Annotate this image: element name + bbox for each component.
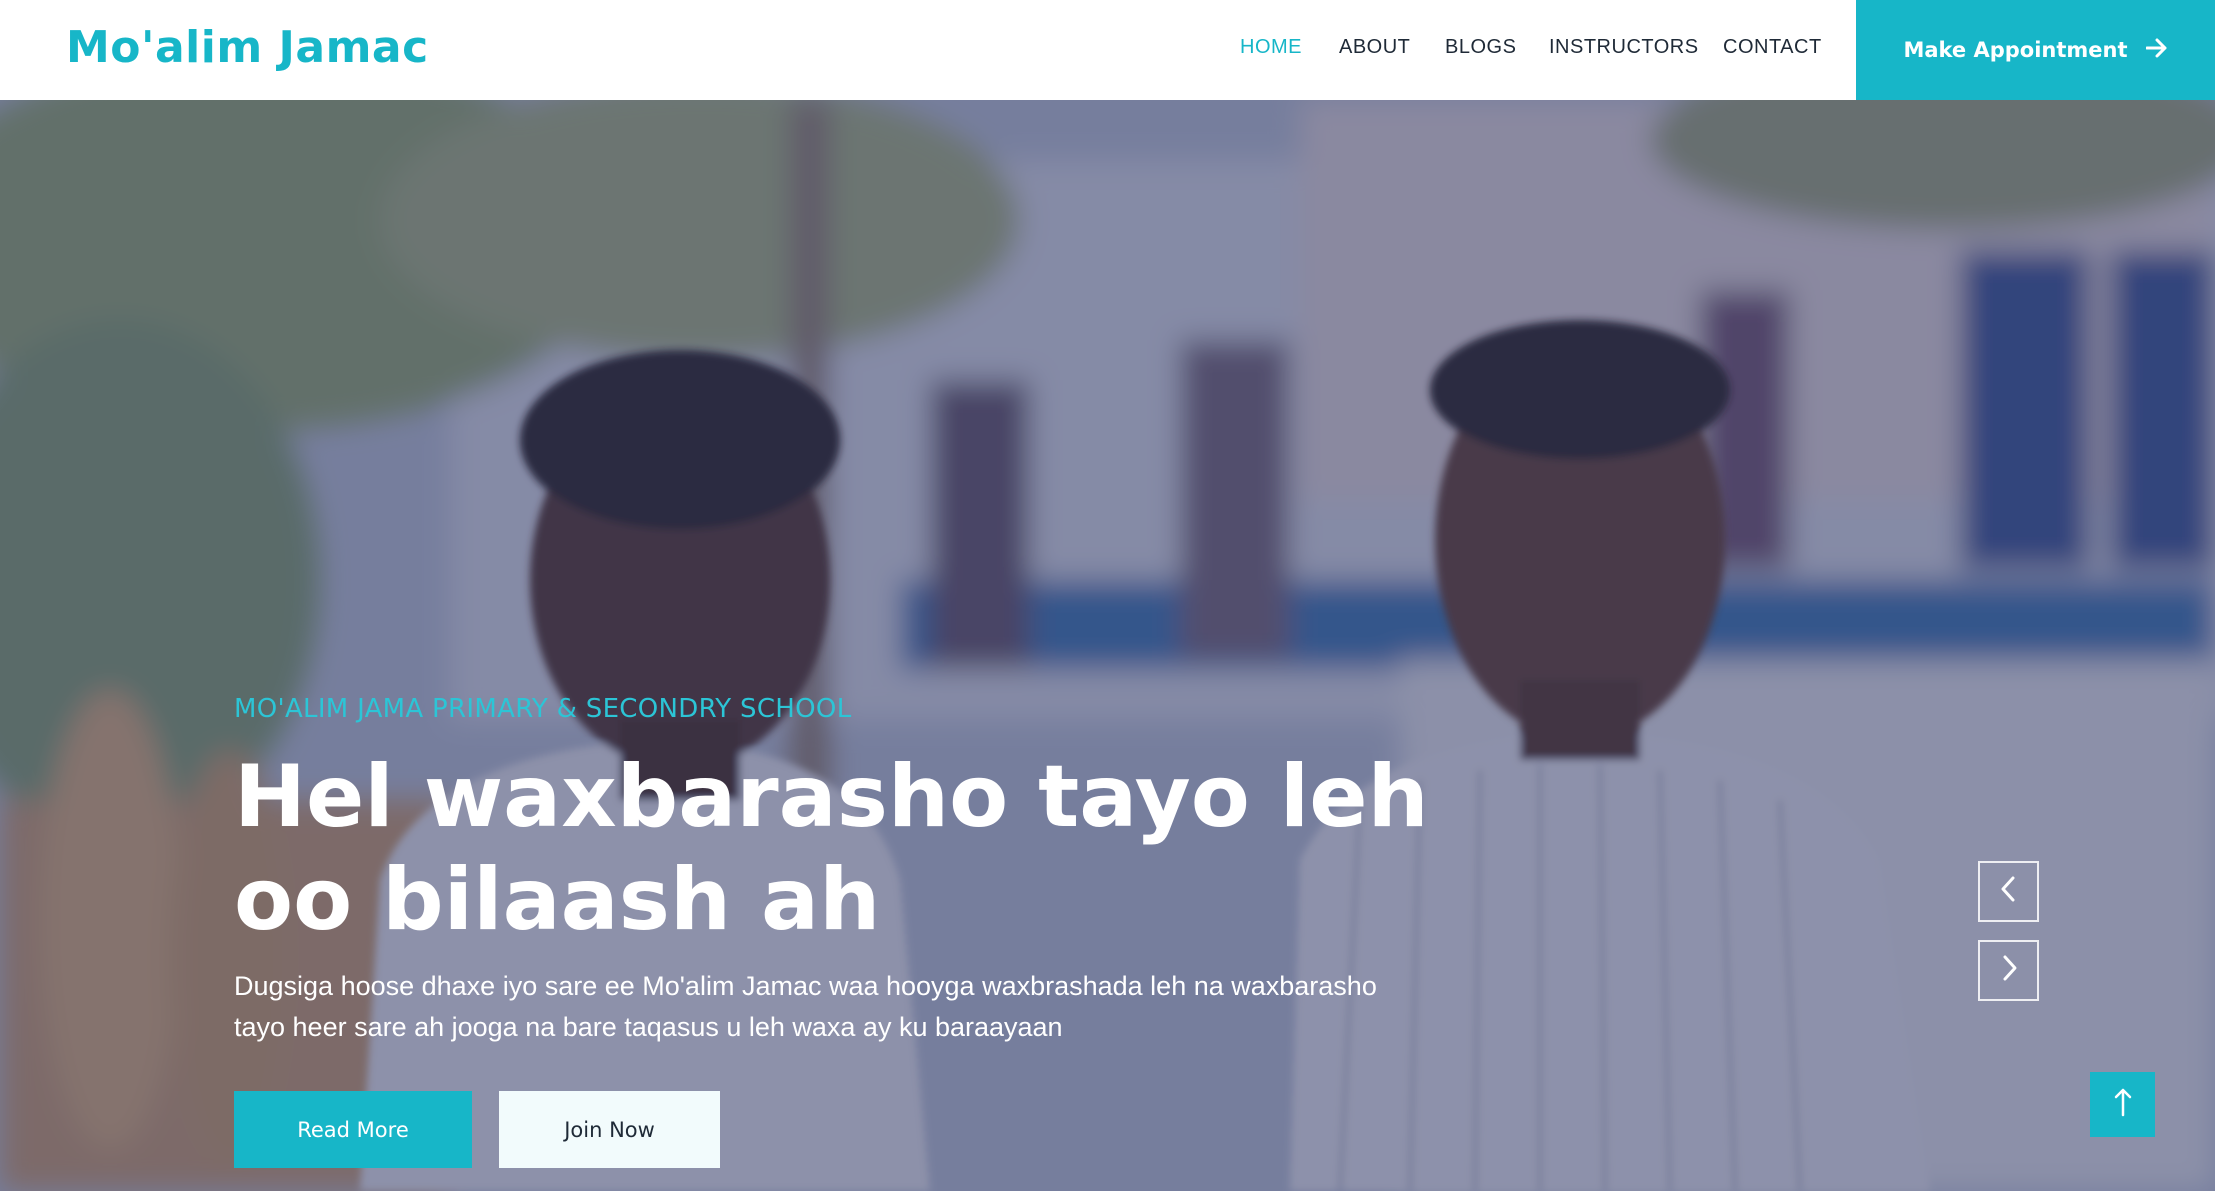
hero-slider: MO'ALIM JAMA PRIMARY & SECONDRY SCHOOL H…: [0, 100, 2215, 1191]
make-appointment-button[interactable]: Make Appointment: [1856, 0, 2215, 100]
make-appointment-label: Make Appointment: [1903, 38, 2128, 62]
nav-home[interactable]: HOME: [1240, 36, 1302, 59]
nav-contact[interactable]: CONTACT: [1723, 36, 1822, 59]
read-more-button[interactable]: Read More: [234, 1091, 472, 1168]
hero-headline: Hel waxbarasho tayo leh oo bilaash ah: [234, 747, 1429, 950]
arrow-up-icon: [2113, 1087, 2133, 1122]
nav-blogs[interactable]: BLOGS: [1445, 36, 1516, 59]
hero-description: Dugsiga hoose dhaxe iyo sare ee Mo'alim …: [234, 971, 1377, 1042]
nav-instructors[interactable]: INSTRUCTORS: [1549, 36, 1699, 59]
chevron-left-icon: [1998, 875, 2020, 908]
scroll-to-top-button[interactable]: [2090, 1072, 2155, 1137]
chevron-right-icon: [1998, 954, 2020, 987]
nav-about[interactable]: ABOUT: [1339, 36, 1410, 59]
join-now-button[interactable]: Join Now: [499, 1091, 720, 1168]
slider-next-button[interactable]: [1978, 940, 2039, 1001]
site-header: Mo'alim Jamac HOME ABOUT BLOGS INSTRUCTO…: [0, 0, 2215, 100]
slider-prev-button[interactable]: [1978, 861, 2039, 922]
hero-subtitle: MO'ALIM JAMA PRIMARY & SECONDRY SCHOOL: [234, 694, 852, 724]
arrow-right-icon: [2145, 38, 2168, 63]
site-logo[interactable]: Mo'alim Jamac: [66, 22, 429, 73]
